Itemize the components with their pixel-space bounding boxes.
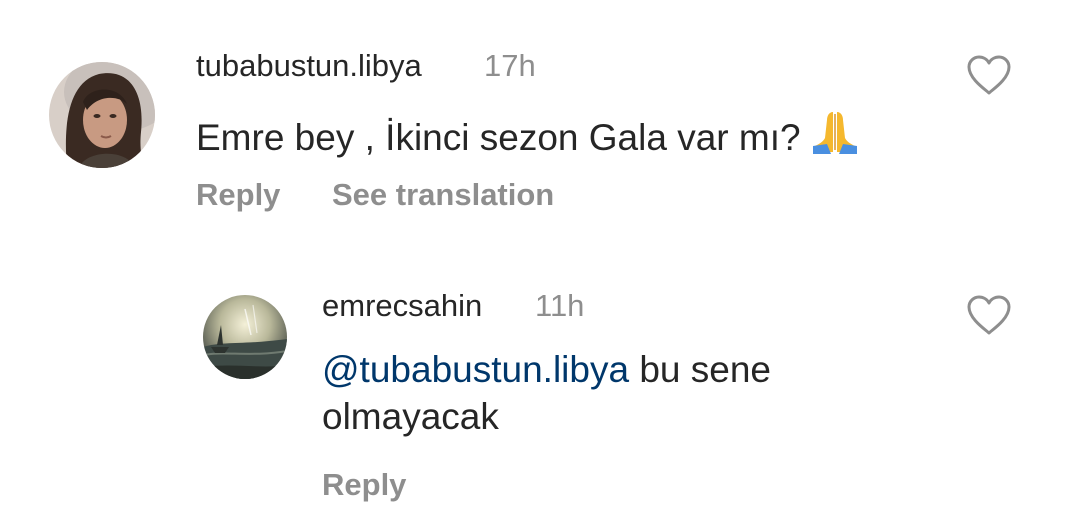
reply-button[interactable]: Reply bbox=[196, 177, 280, 213]
comment-username[interactable]: tubabustun.libya bbox=[196, 48, 422, 84]
comment-item: tubabustun.libya 17h Emre bey , İkinci s… bbox=[0, 0, 1080, 230]
comment-username[interactable]: emrecsahin bbox=[322, 288, 482, 324]
comment-body-line2: olmayacak bbox=[322, 396, 499, 437]
comment-body-line1: bu sene bbox=[629, 349, 771, 390]
comment-text: @tubabustun.libya bu sene olmayacak bbox=[322, 346, 922, 440]
comment-body: Emre bey , İkinci sezon Gala var mı? bbox=[196, 117, 811, 158]
folded-hands-emoji bbox=[811, 108, 859, 165]
see-translation-button[interactable]: See translation bbox=[332, 177, 554, 213]
comment-text: Emre bey , İkinci sezon Gala var mı? bbox=[196, 108, 956, 165]
comment-timestamp: 17h bbox=[484, 48, 536, 83]
avatar[interactable] bbox=[203, 295, 287, 379]
comment-timestamp: 11h bbox=[535, 288, 585, 323]
avatar[interactable] bbox=[49, 62, 155, 168]
heart-outline-icon[interactable] bbox=[966, 294, 1012, 336]
heart-outline-icon[interactable] bbox=[966, 54, 1012, 96]
reply-button[interactable]: Reply bbox=[322, 467, 406, 503]
reply-comment-item: emrecsahin 11h @tubabustun.libya bu sene… bbox=[0, 270, 1080, 523]
mention-link[interactable]: @tubabustun.libya bbox=[322, 349, 629, 390]
